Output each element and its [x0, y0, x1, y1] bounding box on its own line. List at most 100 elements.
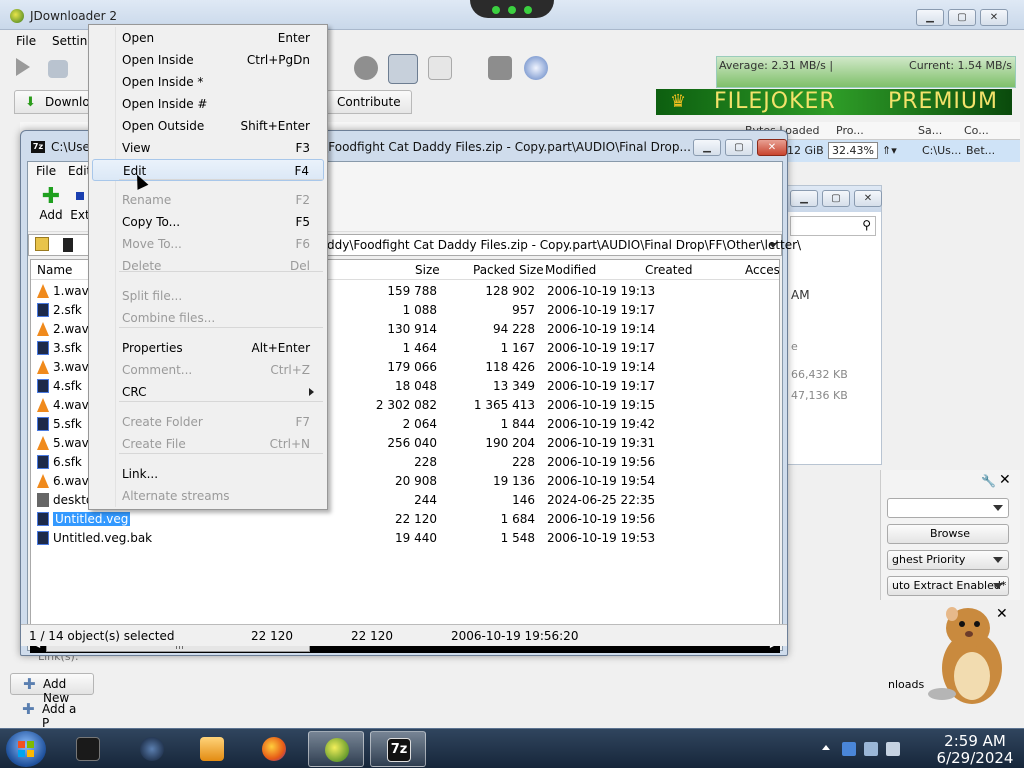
bookmark-icon[interactable]: [63, 238, 73, 252]
menu-item-shortcut: F6: [295, 237, 310, 251]
file-modified: 2006-10-19 19:54: [547, 474, 656, 488]
menu-item-split-file[interactable]: Split file...: [92, 285, 324, 307]
menu-item-rename[interactable]: Rename F2: [92, 189, 324, 211]
menu-item-properties[interactable]: Properties Alt+Enter: [92, 337, 324, 359]
start-downloads-icon[interactable]: [16, 58, 30, 76]
menu-item-comment[interactable]: Comment... Ctrl+Z: [92, 359, 324, 381]
file-row[interactable]: Untitled.veg.bak 19 440 1 548 2006-10-19 19…: [31, 529, 779, 548]
file-row[interactable]: Untitled.veg 22 120 1 684 2006-10-19 19:56: [31, 510, 779, 529]
menu-item-delete[interactable]: Delete Del: [92, 255, 324, 277]
media-player-icon: [200, 737, 224, 761]
column-size[interactable]: Size: [415, 263, 440, 277]
menu-item-open-inside[interactable]: Open Inside Ctrl+PgDn: [92, 49, 324, 71]
taskbar-7zip[interactable]: 7z: [370, 731, 426, 767]
speed-limit-icon[interactable]: [488, 56, 512, 80]
menu-item-create-file[interactable]: Create File Ctrl+N: [92, 433, 324, 455]
priority-dropdown[interactable]: ghest Priority: [887, 550, 1009, 570]
panel-search-input[interactable]: ⚲: [790, 216, 876, 236]
clipboard-observer-icon[interactable]: [388, 54, 418, 84]
column-comment[interactable]: Co...: [964, 124, 989, 137]
file-packed-size: 1 844: [500, 417, 535, 431]
menu-item-crc[interactable]: CRC: [92, 381, 324, 403]
properties-close-icon[interactable]: ✕: [999, 472, 1011, 488]
column-modified[interactable]: Modified: [545, 263, 596, 277]
bluetooth-icon[interactable]: [842, 742, 856, 756]
veg-file-icon: [37, 531, 49, 545]
7zip-maximize-button[interactable]: ▢: [725, 139, 753, 156]
path-dropdown[interactable]: [887, 498, 1009, 518]
column-created[interactable]: Created: [645, 263, 693, 277]
column-save-to[interactable]: Sa...: [918, 124, 942, 137]
extract-button[interactable]: Ext: [70, 186, 90, 222]
priority-arrows-icon[interactable]: ⇑▾: [882, 144, 897, 157]
folder-up-icon[interactable]: [35, 237, 49, 251]
panel-size-1: 66,432 KB: [791, 368, 848, 381]
start-button[interactable]: [6, 731, 46, 767]
ini-file-icon: [37, 493, 49, 507]
auto-extract-dropdown[interactable]: uto Extract Enabled*: [887, 576, 1009, 596]
filejoker-premium-banner[interactable]: ♛ FILEJOKER PREMIUM: [656, 89, 1012, 115]
menu-item-label: Open: [122, 31, 155, 45]
reconnect-icon[interactable]: [354, 56, 378, 80]
file-modified: 2006-10-19 19:17: [547, 341, 656, 355]
menu-item-combine-files[interactable]: Combine files...: [92, 307, 324, 329]
taskbar-media-player[interactable]: [184, 731, 240, 767]
panel-minimize-button[interactable]: ▁: [790, 190, 818, 207]
show-hidden-icons-icon[interactable]: [822, 745, 830, 750]
menu-item-open-inside[interactable]: Open Inside *: [92, 71, 324, 93]
taskbar-jdownloader[interactable]: [308, 731, 364, 767]
menu-item-copy-to[interactable]: Copy To... F5: [92, 211, 324, 233]
menu-item-open-outside[interactable]: Open Outside Shift+Enter: [92, 115, 324, 137]
file-modified: 2006-10-19 19:13: [547, 284, 656, 298]
menu-item-link[interactable]: Link...: [92, 463, 324, 485]
menu-item-open[interactable]: Open Enter: [92, 27, 324, 49]
file-size: 159 788: [387, 284, 437, 298]
menu-item-label: Open Inside #: [122, 97, 208, 111]
column-progress[interactable]: Pro...: [836, 124, 864, 137]
wav-file-icon: [37, 436, 49, 450]
file-name: 3.wav: [53, 360, 89, 374]
add-links-icon[interactable]: [48, 60, 68, 78]
menu-item-create-folder[interactable]: Create Folder F7: [92, 411, 324, 433]
maximize-button[interactable]: ▢: [948, 9, 976, 26]
tab-contribute[interactable]: Contribute: [326, 90, 412, 114]
menu-item-view[interactable]: View F3: [92, 137, 324, 159]
file-name: 4.wav: [53, 398, 89, 412]
add-button[interactable]: ✚ Add: [36, 186, 66, 223]
network-icon[interactable]: [864, 742, 878, 756]
menu-item-label: Open Inside *: [122, 75, 204, 89]
windows-logo-icon: [18, 741, 34, 757]
properties-panel: 🔧 ✕ Browse ghest Priority uto Extract En…: [880, 470, 1020, 600]
update-icon[interactable]: [524, 56, 548, 80]
column-name[interactable]: Name: [37, 263, 72, 277]
volume-icon[interactable]: [886, 742, 900, 756]
close-button[interactable]: ✕: [980, 9, 1008, 26]
clock-time[interactable]: 2:59 AM: [931, 732, 1019, 750]
address-dropdown-icon[interactable]: [769, 243, 777, 248]
menu-item-move-to[interactable]: Move To... F6: [92, 233, 324, 255]
wrench-icon[interactable]: 🔧: [981, 474, 996, 488]
menu-item-open-inside[interactable]: Open Inside #: [92, 93, 324, 115]
column-accessed[interactable]: Acces: [745, 263, 779, 277]
file-size: 19 440: [395, 531, 437, 545]
taskbar-steam[interactable]: [124, 731, 180, 767]
panel-close-button[interactable]: ✕: [854, 190, 882, 207]
menu-item-alternate-streams[interactable]: Alternate streams: [92, 485, 324, 507]
minimize-button[interactable]: ▁: [916, 9, 944, 26]
7zip-menu-file[interactable]: File: [36, 164, 56, 178]
search-icon: ⚲: [862, 218, 871, 232]
7zip-close-button[interactable]: ✕: [757, 139, 787, 156]
menu-item-edit[interactable]: Edit F4: [92, 159, 324, 181]
panel-maximize-button[interactable]: ▢: [822, 190, 850, 207]
add-new-links-button[interactable]: ✚ Add New: [10, 673, 94, 705]
add-package-button[interactable]: ✚ Add a P: [10, 699, 90, 730]
banner-premium: PREMIUM: [888, 89, 999, 114]
browse-button[interactable]: Browse: [887, 524, 1009, 544]
taskbar-cube-app[interactable]: [60, 731, 116, 767]
menu-file[interactable]: File: [16, 34, 36, 48]
taskbar-firefox[interactable]: [246, 731, 302, 767]
7zip-minimize-button[interactable]: ▁: [693, 139, 721, 156]
clock-date[interactable]: 6/29/2024: [931, 749, 1019, 767]
premium-toggle-icon[interactable]: [428, 56, 452, 80]
column-packed-size[interactable]: Packed Size: [473, 263, 544, 277]
